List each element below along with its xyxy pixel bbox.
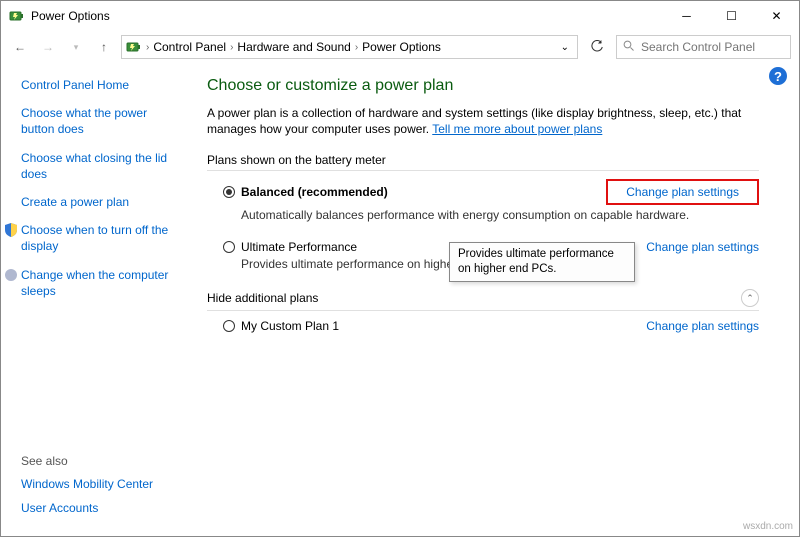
plan-custom: My Custom Plan 1 Change plan settings (207, 319, 759, 333)
change-plan-settings-balanced[interactable]: Change plan settings (606, 179, 759, 205)
app-icon (9, 8, 25, 24)
up-button[interactable]: ↑ (93, 36, 115, 58)
search-input[interactable] (641, 40, 784, 54)
breadcrumb-item[interactable]: Control Panel (149, 40, 230, 54)
refresh-button[interactable] (584, 35, 610, 59)
toolbar: ← → ▾ ↑ › Control Panel › Hardware and S… (1, 31, 799, 63)
minimize-button[interactable]: ─ (664, 1, 709, 31)
plan-description: Automatically balances performance with … (223, 208, 759, 222)
breadcrumb-item[interactable]: Hardware and Sound (233, 40, 354, 54)
see-also-header: See also (21, 454, 153, 468)
page-title: Choose or customize a power plan (207, 77, 759, 95)
moon-icon (3, 267, 19, 283)
close-button[interactable]: ✕ (754, 1, 799, 31)
tooltip: Provides ultimate performance on higher … (449, 242, 635, 282)
sidebar-link-create-plan[interactable]: Create a power plan (21, 194, 129, 210)
sidebar-link-turn-off-display[interactable]: Choose when to turn off the display (21, 222, 183, 254)
see-also-mobility-center[interactable]: Windows Mobility Center (21, 476, 153, 492)
sidebar: Control Panel Home Choose what the power… (1, 63, 191, 536)
additional-plans-header[interactable]: Hide additional plans ⌃ (207, 289, 759, 311)
watermark: wsxdn.com (743, 521, 793, 532)
sidebar-home-link[interactable]: Control Panel Home (21, 77, 129, 93)
main-panel: Choose or customize a power plan A power… (191, 63, 799, 536)
see-also-user-accounts[interactable]: User Accounts (21, 500, 153, 516)
breadcrumb[interactable]: › Control Panel › Hardware and Sound › P… (121, 35, 578, 59)
recent-locations-button[interactable]: ▾ (65, 36, 87, 58)
window-controls: ─ ☐ ✕ (664, 1, 799, 31)
radio-balanced[interactable] (223, 186, 235, 198)
sidebar-link-closing-lid[interactable]: Choose what closing the lid does (21, 150, 183, 182)
plan-name[interactable]: My Custom Plan 1 (241, 319, 339, 333)
plan-name[interactable]: Balanced (recommended) (241, 185, 388, 199)
change-plan-settings-ultimate[interactable]: Change plan settings (646, 240, 759, 254)
search-box[interactable] (616, 35, 791, 59)
learn-more-link[interactable]: Tell me more about power plans (432, 122, 602, 136)
help-icon[interactable]: ? (769, 67, 787, 85)
back-button[interactable]: ← (9, 36, 31, 58)
sidebar-link-power-button[interactable]: Choose what the power button does (21, 105, 183, 137)
plan-balanced: Balanced (recommended) Change plan setti… (207, 179, 759, 222)
breadcrumb-icon (126, 39, 142, 55)
intro-text: A power plan is a collection of hardware… (207, 105, 759, 137)
change-plan-settings-custom[interactable]: Change plan settings (646, 319, 759, 333)
search-icon (623, 40, 635, 55)
shield-icon (3, 222, 19, 238)
plans-group-header: Plans shown on the battery meter (207, 153, 759, 171)
radio-ultimate[interactable] (223, 241, 235, 253)
forward-button[interactable]: → (37, 36, 59, 58)
collapse-icon[interactable]: ⌃ (741, 289, 759, 307)
radio-custom[interactable] (223, 320, 235, 332)
plan-name[interactable]: Ultimate Performance (241, 240, 357, 254)
title-bar: Power Options ─ ☐ ✕ (1, 1, 799, 31)
window-title: Power Options (31, 9, 110, 23)
breadcrumb-dropdown-icon[interactable]: ⌄ (557, 42, 573, 53)
breadcrumb-item[interactable]: Power Options (358, 40, 445, 54)
maximize-button[interactable]: ☐ (709, 1, 754, 31)
sidebar-link-sleep[interactable]: Change when the computer sleeps (21, 267, 183, 299)
